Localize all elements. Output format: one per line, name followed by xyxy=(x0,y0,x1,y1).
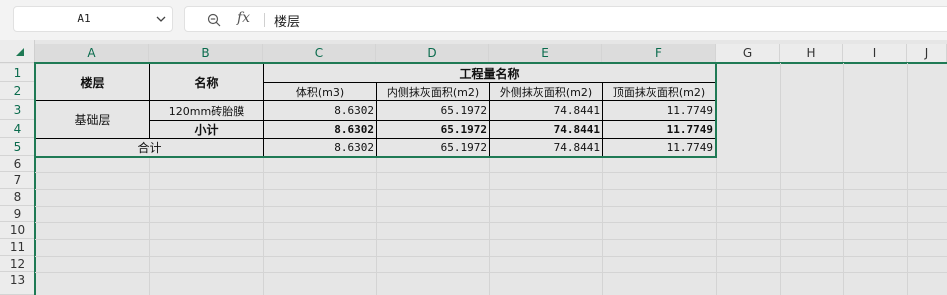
gridline xyxy=(780,63,781,295)
column-header-h[interactable]: H xyxy=(780,44,843,63)
column-header-f[interactable]: F xyxy=(602,44,716,63)
gridline xyxy=(35,222,947,223)
formula-box[interactable]: fx 楼层 xyxy=(184,6,947,32)
column-header-g[interactable]: G xyxy=(716,44,780,63)
formula-content[interactable]: 楼层 xyxy=(274,11,300,30)
gridline xyxy=(35,256,947,257)
column-header-d[interactable]: D xyxy=(376,44,489,63)
formula-bar: A1 fx 楼层 xyxy=(0,0,947,40)
gridline xyxy=(35,239,947,240)
row-header-13[interactable]: 13 xyxy=(0,272,35,295)
row-header-3[interactable]: 3 xyxy=(0,100,35,120)
name-box-value[interactable]: A1 xyxy=(14,7,154,31)
row-header-5[interactable]: 5 xyxy=(0,138,35,156)
column-header-a[interactable]: A xyxy=(35,44,149,63)
chevron-down-icon[interactable] xyxy=(156,15,166,23)
gridline xyxy=(907,63,908,295)
row-header-11[interactable]: 11 xyxy=(0,239,35,256)
name-box[interactable]: A1 xyxy=(13,6,173,32)
row-header-8[interactable]: 8 xyxy=(0,189,35,206)
row-header-12[interactable]: 12 xyxy=(0,256,35,272)
triangle-icon xyxy=(16,48,24,56)
selection-range xyxy=(34,62,717,158)
select-all-corner[interactable] xyxy=(0,40,35,63)
column-header-b[interactable]: B xyxy=(149,44,263,63)
row-header-4[interactable]: 4 xyxy=(0,120,35,138)
gridline xyxy=(35,272,947,273)
column-header-j[interactable]: J xyxy=(907,44,947,63)
spreadsheet-grid[interactable]: A B C D E F G H I J 1 2 3 4 5 6 7 8 9 10… xyxy=(0,40,947,295)
gridline xyxy=(35,206,947,207)
column-header-e[interactable]: E xyxy=(489,44,602,63)
row-header-10[interactable]: 10 xyxy=(0,222,35,239)
row-header-9[interactable]: 9 xyxy=(0,206,35,222)
column-header-c[interactable]: C xyxy=(263,44,376,63)
row-header-6[interactable]: 6 xyxy=(0,156,35,172)
formula-separator xyxy=(264,13,265,27)
gridline xyxy=(35,172,947,173)
row-header-2[interactable]: 2 xyxy=(0,82,35,100)
gridline xyxy=(35,189,947,190)
fx-icon[interactable]: fx xyxy=(237,10,250,26)
zoom-out-icon[interactable] xyxy=(207,13,221,27)
column-header-i[interactable]: I xyxy=(843,44,907,63)
row-header-1[interactable]: 1 xyxy=(0,64,35,82)
row-header-7[interactable]: 7 xyxy=(0,172,35,189)
gridline xyxy=(843,63,844,295)
